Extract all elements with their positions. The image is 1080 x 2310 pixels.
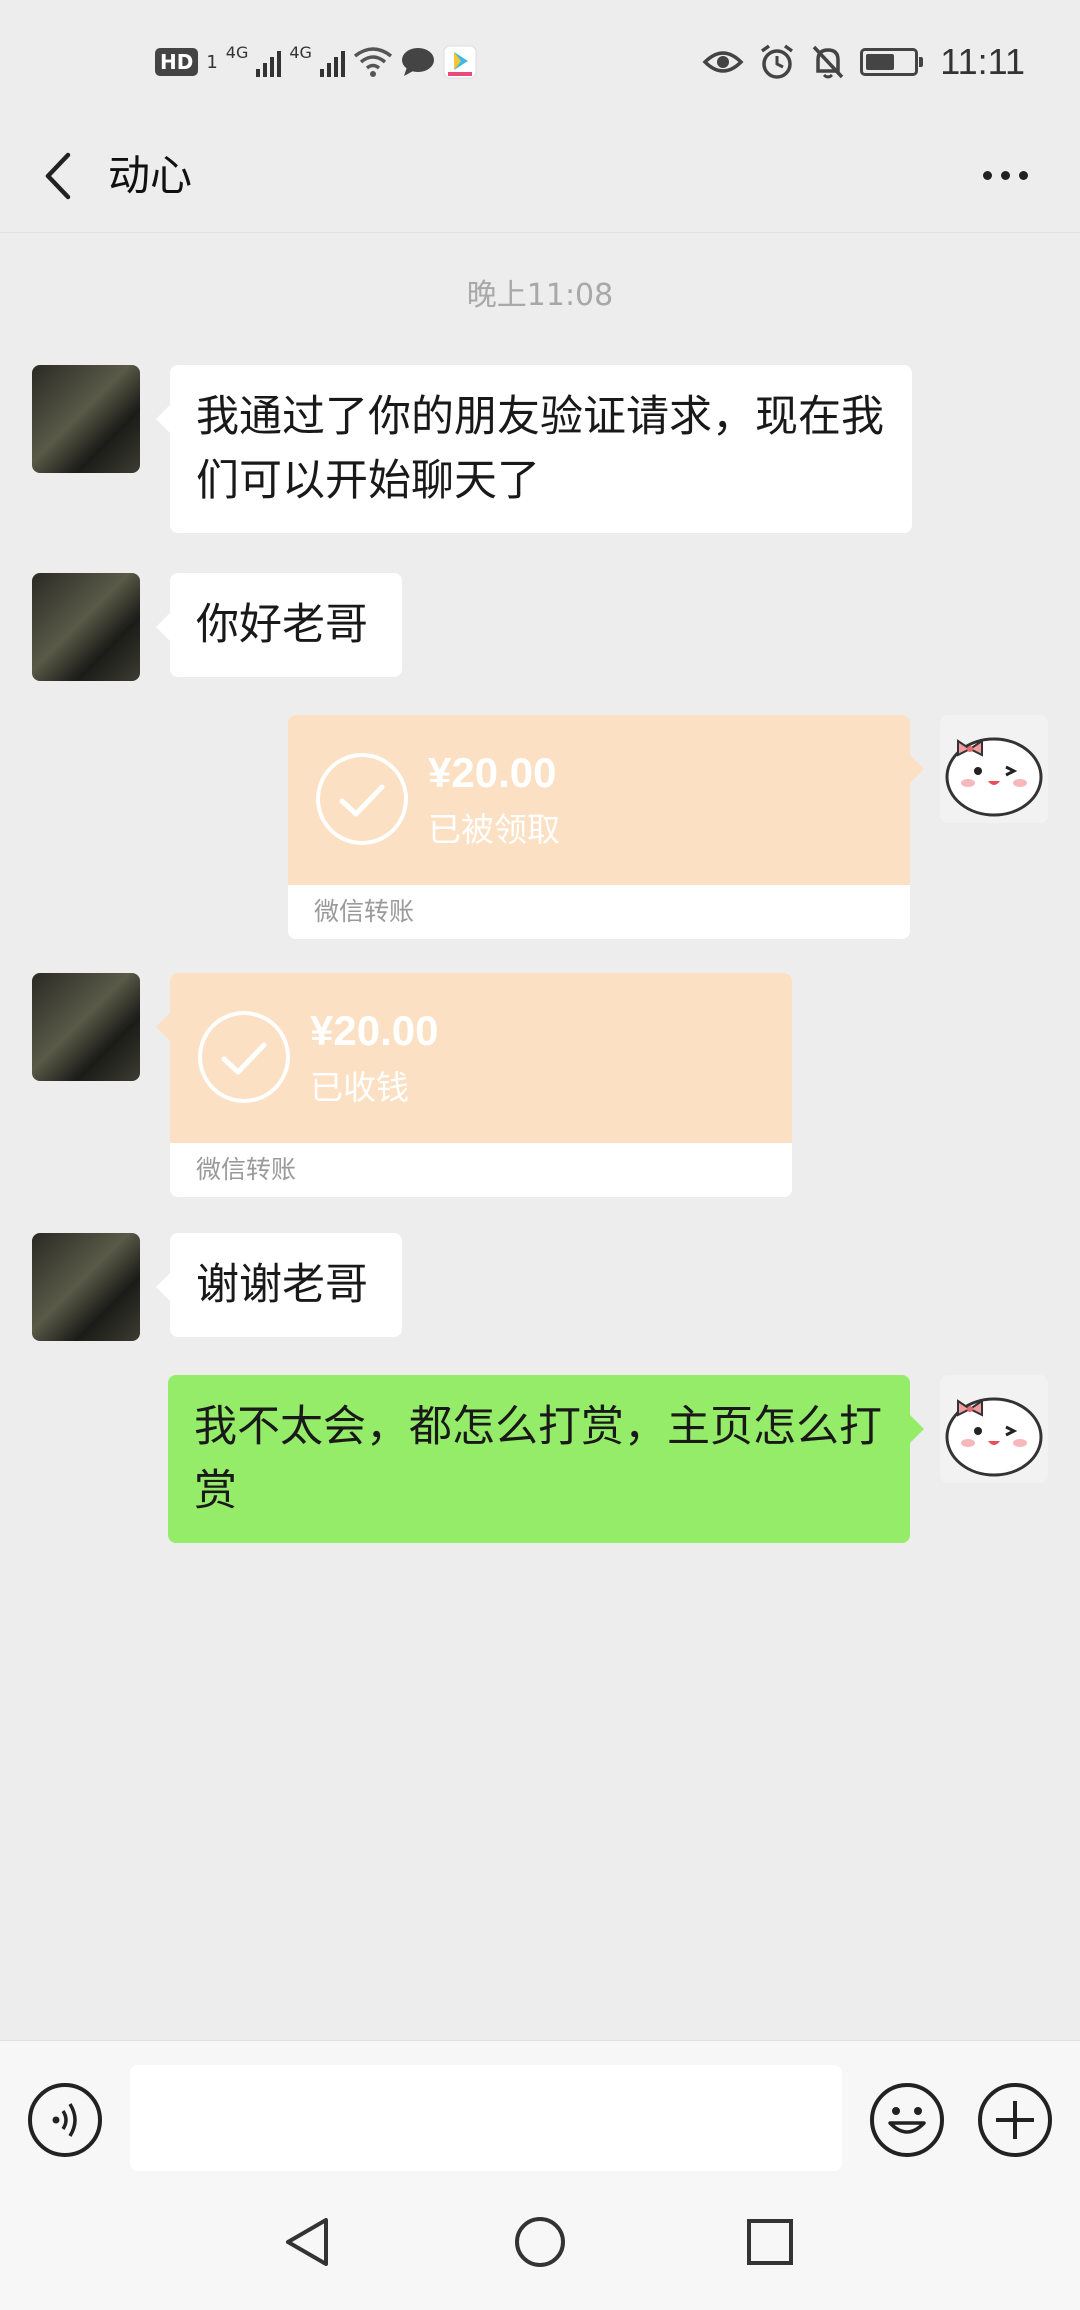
network-type-2: 4G [289,42,312,62]
clock: 11:11 [940,41,1025,82]
mute-bell-icon [812,45,844,79]
more-options-button[interactable] [970,150,1040,200]
eye-comfort-icon [702,51,744,73]
transfer-card-sent[interactable]: ¥20.00 已被领取 微信转账 [288,715,924,939]
message-bubble-received[interactable]: 谢谢老哥 [156,1233,402,1337]
contact-avatar[interactable] [32,365,140,473]
circle-home-icon [515,2217,565,2267]
sim-number: 1 [206,51,218,73]
more-dots-icon [982,170,992,180]
square-recents-icon [747,2219,793,2265]
transfer-card-body: ¥20.00 已收钱 [170,973,792,1143]
battery-icon [860,48,924,76]
wifi-icon [353,47,393,77]
message-bubble-received[interactable]: 我通过了你的朋友验证请求，现在我们可以开始聊天了 [156,365,912,533]
emoji-icon [888,2107,926,2134]
cartoon-avatar-icon [945,737,1043,817]
my-avatar[interactable] [940,715,1048,823]
status-bar: HD 1 4G 4G 11:11 [0,0,1080,120]
nav-recents-button[interactable] [730,2202,810,2282]
video-app-icon [443,45,477,79]
battery-level [866,54,895,70]
contact-avatar[interactable] [32,973,140,1081]
system-nav-bar [0,2180,1080,2310]
plus-icon [996,2101,1034,2139]
chat-timestamp: 晚上11:08 [466,278,614,313]
status-left: HD 1 4G 4G [155,40,477,84]
transfer-card-received[interactable]: ¥20.00 已收钱 微信转账 [156,973,792,1197]
contact-avatar[interactable] [32,1233,140,1341]
chevron-left-icon [45,152,71,200]
network-type-1: 4G [225,42,249,62]
voice-icon [52,2103,77,2137]
message-input[interactable] [130,2065,842,2171]
check-circle-icon [198,1011,290,1103]
hd-badge: HD [155,48,199,76]
emoji-button[interactable] [870,2083,944,2157]
chat-header: 动心 [0,120,1080,233]
triangle-back-icon [286,2218,328,2266]
transfer-footer: 微信转账 [170,1143,792,1197]
check-circle-icon [316,753,408,845]
more-dots-icon [1018,170,1028,180]
transfer-footer: 微信转账 [288,885,910,939]
contact-avatar[interactable] [32,573,140,681]
transfer-status: 已收钱 [310,1068,409,1107]
alarm-icon [761,44,794,79]
message-bubble-sent[interactable]: 我不太会，都怎么打赏，主页怎么打赏 [168,1375,924,1543]
cartoon-avatar-icon [945,1397,1043,1477]
back-button[interactable] [28,146,88,206]
chat-screen: HD 1 4G 4G 11:11 动心 晚上11:08 我通过了你的朋友验证请求… [0,0,1080,2310]
chat-title: 动心 [108,151,193,200]
more-dots-icon [1000,170,1010,180]
more-functions-button[interactable] [978,2083,1052,2157]
transfer-status: 已被领取 [428,810,560,849]
message-bubble-received[interactable]: 你好老哥 [156,573,402,677]
my-avatar[interactable] [940,1375,1048,1483]
voice-button[interactable] [28,2083,102,2157]
signal-icon [256,47,282,77]
transfer-card-body: ¥20.00 已被领取 [288,715,910,885]
transfer-amount: ¥20.00 [428,749,557,796]
nav-back-button[interactable] [268,2202,348,2282]
signal-icon [319,47,345,77]
input-bar [0,2040,1080,2181]
transfer-amount: ¥20.00 [310,1007,439,1054]
nav-home-button[interactable] [500,2202,580,2282]
status-right: 11:11 [702,38,1025,86]
message-notification-icon [401,48,434,76]
